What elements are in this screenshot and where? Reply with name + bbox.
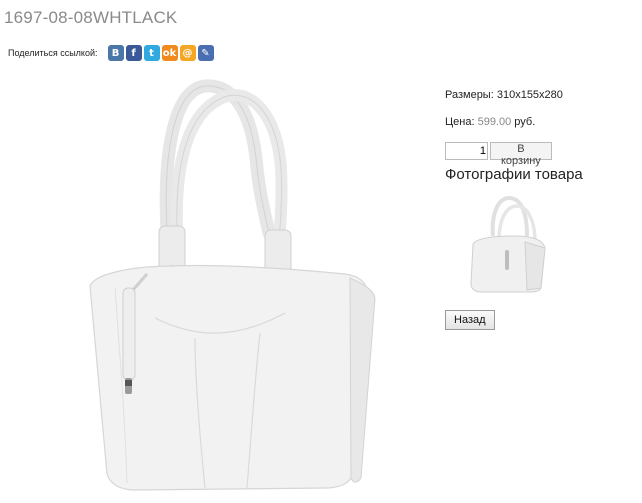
price-line: Цена: 599.00 руб. bbox=[445, 116, 535, 128]
photos-heading: Фотографии товара bbox=[445, 166, 583, 183]
add-to-cart-row: В корзину bbox=[445, 142, 552, 167]
mailru-icon[interactable]: @ bbox=[179, 45, 196, 61]
share-icons: Bf t ok @ ✎ bbox=[107, 45, 214, 61]
quantity-input[interactable] bbox=[445, 142, 488, 160]
livejournal-icon[interactable]: ✎ bbox=[197, 45, 214, 61]
facebook-icon[interactable]: f bbox=[125, 45, 142, 61]
share-label: Поделиться ссылкой: bbox=[8, 48, 98, 58]
size-line: Размеры: 310x155x280 bbox=[445, 89, 563, 101]
back-button[interactable]: Назад bbox=[445, 310, 495, 330]
product-main-photo[interactable] bbox=[55, 78, 385, 493]
odnoklassniki-icon[interactable]: ok bbox=[161, 45, 178, 61]
size-label: Размеры: bbox=[445, 89, 494, 101]
price-label: Цена: bbox=[445, 116, 475, 128]
product-thumbnail[interactable] bbox=[465, 194, 550, 294]
price-currency: руб. bbox=[514, 116, 536, 128]
add-to-cart-button[interactable]: В корзину bbox=[490, 142, 552, 167]
price-value: 599.00 bbox=[477, 116, 512, 128]
twitter-icon[interactable]: t bbox=[143, 45, 160, 61]
product-title: 1697-08-08WHTLACK bbox=[4, 8, 178, 27]
vkontakte-icon[interactable]: B bbox=[107, 45, 124, 61]
share-bar: Поделиться ссылкой: Bf t ok @ ✎ bbox=[8, 45, 214, 61]
size-value: 310x155x280 bbox=[496, 89, 563, 101]
